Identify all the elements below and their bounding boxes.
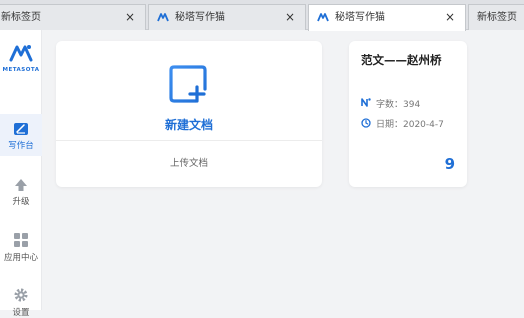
tab-close-icon[interactable]: × bbox=[125, 5, 135, 30]
edit-icon bbox=[14, 123, 28, 135]
sidebar-item-settings[interactable]: 设置 bbox=[0, 287, 42, 318]
browser-tab-bar: 新标签页 × 秘塔写作猫 × 秘塔写作猫 × 新标签页 bbox=[0, 0, 524, 31]
tab-metasota-2-active[interactable]: 秘塔写作猫 × bbox=[308, 4, 466, 31]
gear-icon bbox=[14, 288, 28, 302]
document-card[interactable]: 范文——赵州桥 字数：394 日期：2020-4-7 9 bbox=[349, 41, 467, 187]
clock-icon bbox=[361, 118, 371, 128]
tab-title: 秘塔写作猫 bbox=[175, 12, 225, 23]
sidebar-item-label: 设置 bbox=[12, 308, 30, 318]
sidebar-item-upgrade[interactable]: 升级 bbox=[0, 178, 42, 207]
metasota-logo-icon bbox=[9, 45, 33, 62]
sidebar: METASOTA 写作台 升级 应用中心 设置 bbox=[0, 30, 42, 318]
document-title: 范文——赵州桥 bbox=[361, 53, 442, 67]
document-date: 日期：2020-4-7 bbox=[376, 120, 444, 130]
sidebar-item-writing-desk[interactable]: 写作台 bbox=[0, 114, 42, 156]
brand-logo[interactable]: METASOTA bbox=[0, 44, 42, 73]
tab-close-icon[interactable]: × bbox=[445, 5, 455, 30]
tab-title: 新标签页 bbox=[1, 12, 41, 23]
tab-close-icon[interactable]: × bbox=[285, 5, 295, 30]
apps-grid-icon bbox=[14, 233, 28, 247]
metasota-logo-icon bbox=[157, 13, 169, 22]
brand-name: METASOTA bbox=[2, 67, 40, 73]
tab-new-tab-1[interactable]: 新标签页 × bbox=[0, 4, 146, 30]
new-document-icon[interactable] bbox=[168, 63, 210, 105]
tab-title: 秘塔写作猫 bbox=[335, 12, 385, 23]
tab-metasota-1[interactable]: 秘塔写作猫 × bbox=[148, 4, 306, 30]
new-document-card: 新建文档 上传文档 bbox=[56, 41, 322, 187]
sidebar-item-label: 写作台 bbox=[8, 141, 34, 151]
tab-new-tab-2[interactable]: 新标签页 bbox=[468, 4, 524, 30]
metasota-logo-icon bbox=[317, 13, 329, 22]
sidebar-item-app-center[interactable]: 应用中心 bbox=[0, 232, 42, 263]
upgrade-arrow-icon bbox=[15, 179, 27, 191]
divider bbox=[56, 140, 322, 141]
tab-title: 新标签页 bbox=[477, 12, 517, 23]
word-count-icon bbox=[361, 98, 371, 107]
document-count-badge: 9 bbox=[444, 155, 455, 173]
upload-document-button[interactable]: 上传文档 bbox=[56, 155, 322, 169]
new-document-button[interactable]: 新建文档 bbox=[56, 116, 322, 133]
sidebar-item-label: 应用中心 bbox=[3, 253, 38, 263]
sidebar-item-label: 升级 bbox=[12, 197, 30, 207]
word-count: 字数：394 bbox=[376, 100, 421, 110]
